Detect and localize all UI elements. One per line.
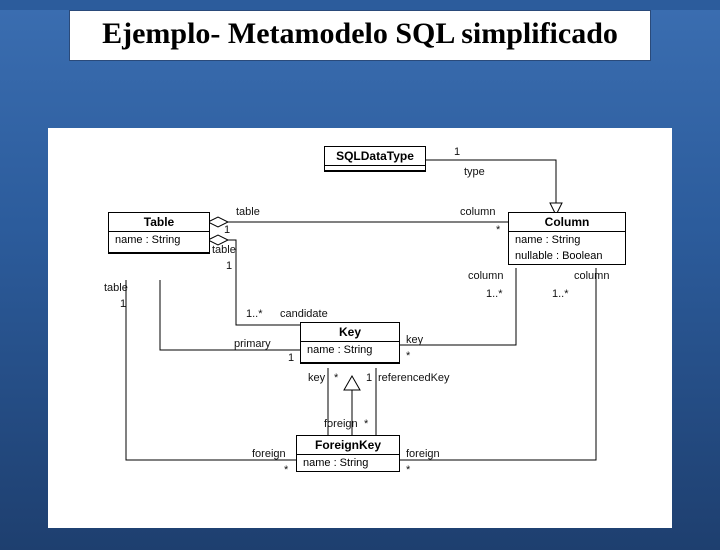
class-name: Column <box>509 213 625 232</box>
mult-label: * <box>334 372 338 384</box>
class-attr: nullable : Boolean <box>509 248 625 264</box>
class-name: ForeignKey <box>297 436 399 455</box>
role-label: primary <box>234 338 271 350</box>
mult-label: 1 <box>454 146 460 158</box>
mult-label: 1 <box>224 224 230 236</box>
mult-label: * <box>496 224 500 236</box>
mult-label: 1 <box>120 298 126 310</box>
role-label: candidate <box>280 308 328 320</box>
mult-label: 1..* <box>486 288 503 300</box>
title-box: Ejemplo- Metamodelo SQL simplificado <box>69 10 651 61</box>
role-label: column <box>460 206 495 218</box>
diagram-canvas: SQLDataType Table name : String Column n… <box>48 128 672 528</box>
role-label: foreign <box>406 448 440 460</box>
class-key: Key name : String <box>300 322 400 364</box>
role-label: table <box>212 244 236 256</box>
role-label: referencedKey <box>378 372 450 384</box>
class-table: Table name : String <box>108 212 210 254</box>
mult-label: * <box>364 418 368 430</box>
role-label: column <box>468 270 503 282</box>
role-label: key <box>308 372 325 384</box>
mult-label: * <box>284 464 288 476</box>
mult-label: * <box>406 350 410 362</box>
class-column: Column name : String nullable : Boolean <box>508 212 626 265</box>
role-label: table <box>104 282 128 294</box>
class-attr: name : String <box>109 232 209 248</box>
class-name: SQLDataType <box>325 147 425 166</box>
role-label: foreign <box>252 448 286 460</box>
mult-label: 1 <box>226 260 232 272</box>
role-label: key <box>406 334 423 346</box>
role-label: table <box>236 206 260 218</box>
mult-label: 1 <box>288 352 294 364</box>
class-foreignkey: ForeignKey name : String <box>296 435 400 472</box>
mult-label: 1..* <box>552 288 569 300</box>
class-attr: name : String <box>301 342 399 358</box>
mult-label: 1 <box>366 372 372 384</box>
role-label: column <box>574 270 609 282</box>
class-sqldatatype: SQLDataType <box>324 146 426 172</box>
mult-label: * <box>406 464 410 476</box>
class-name: Key <box>301 323 399 342</box>
class-attr: name : String <box>509 232 625 248</box>
mult-label: 1..* <box>246 308 263 320</box>
role-label: foreign <box>324 418 358 430</box>
role-label: type <box>464 166 485 178</box>
class-attr: name : String <box>297 455 399 471</box>
class-name: Table <box>109 213 209 232</box>
slide-title: Ejemplo- Metamodelo SQL simplificado <box>90 17 630 50</box>
